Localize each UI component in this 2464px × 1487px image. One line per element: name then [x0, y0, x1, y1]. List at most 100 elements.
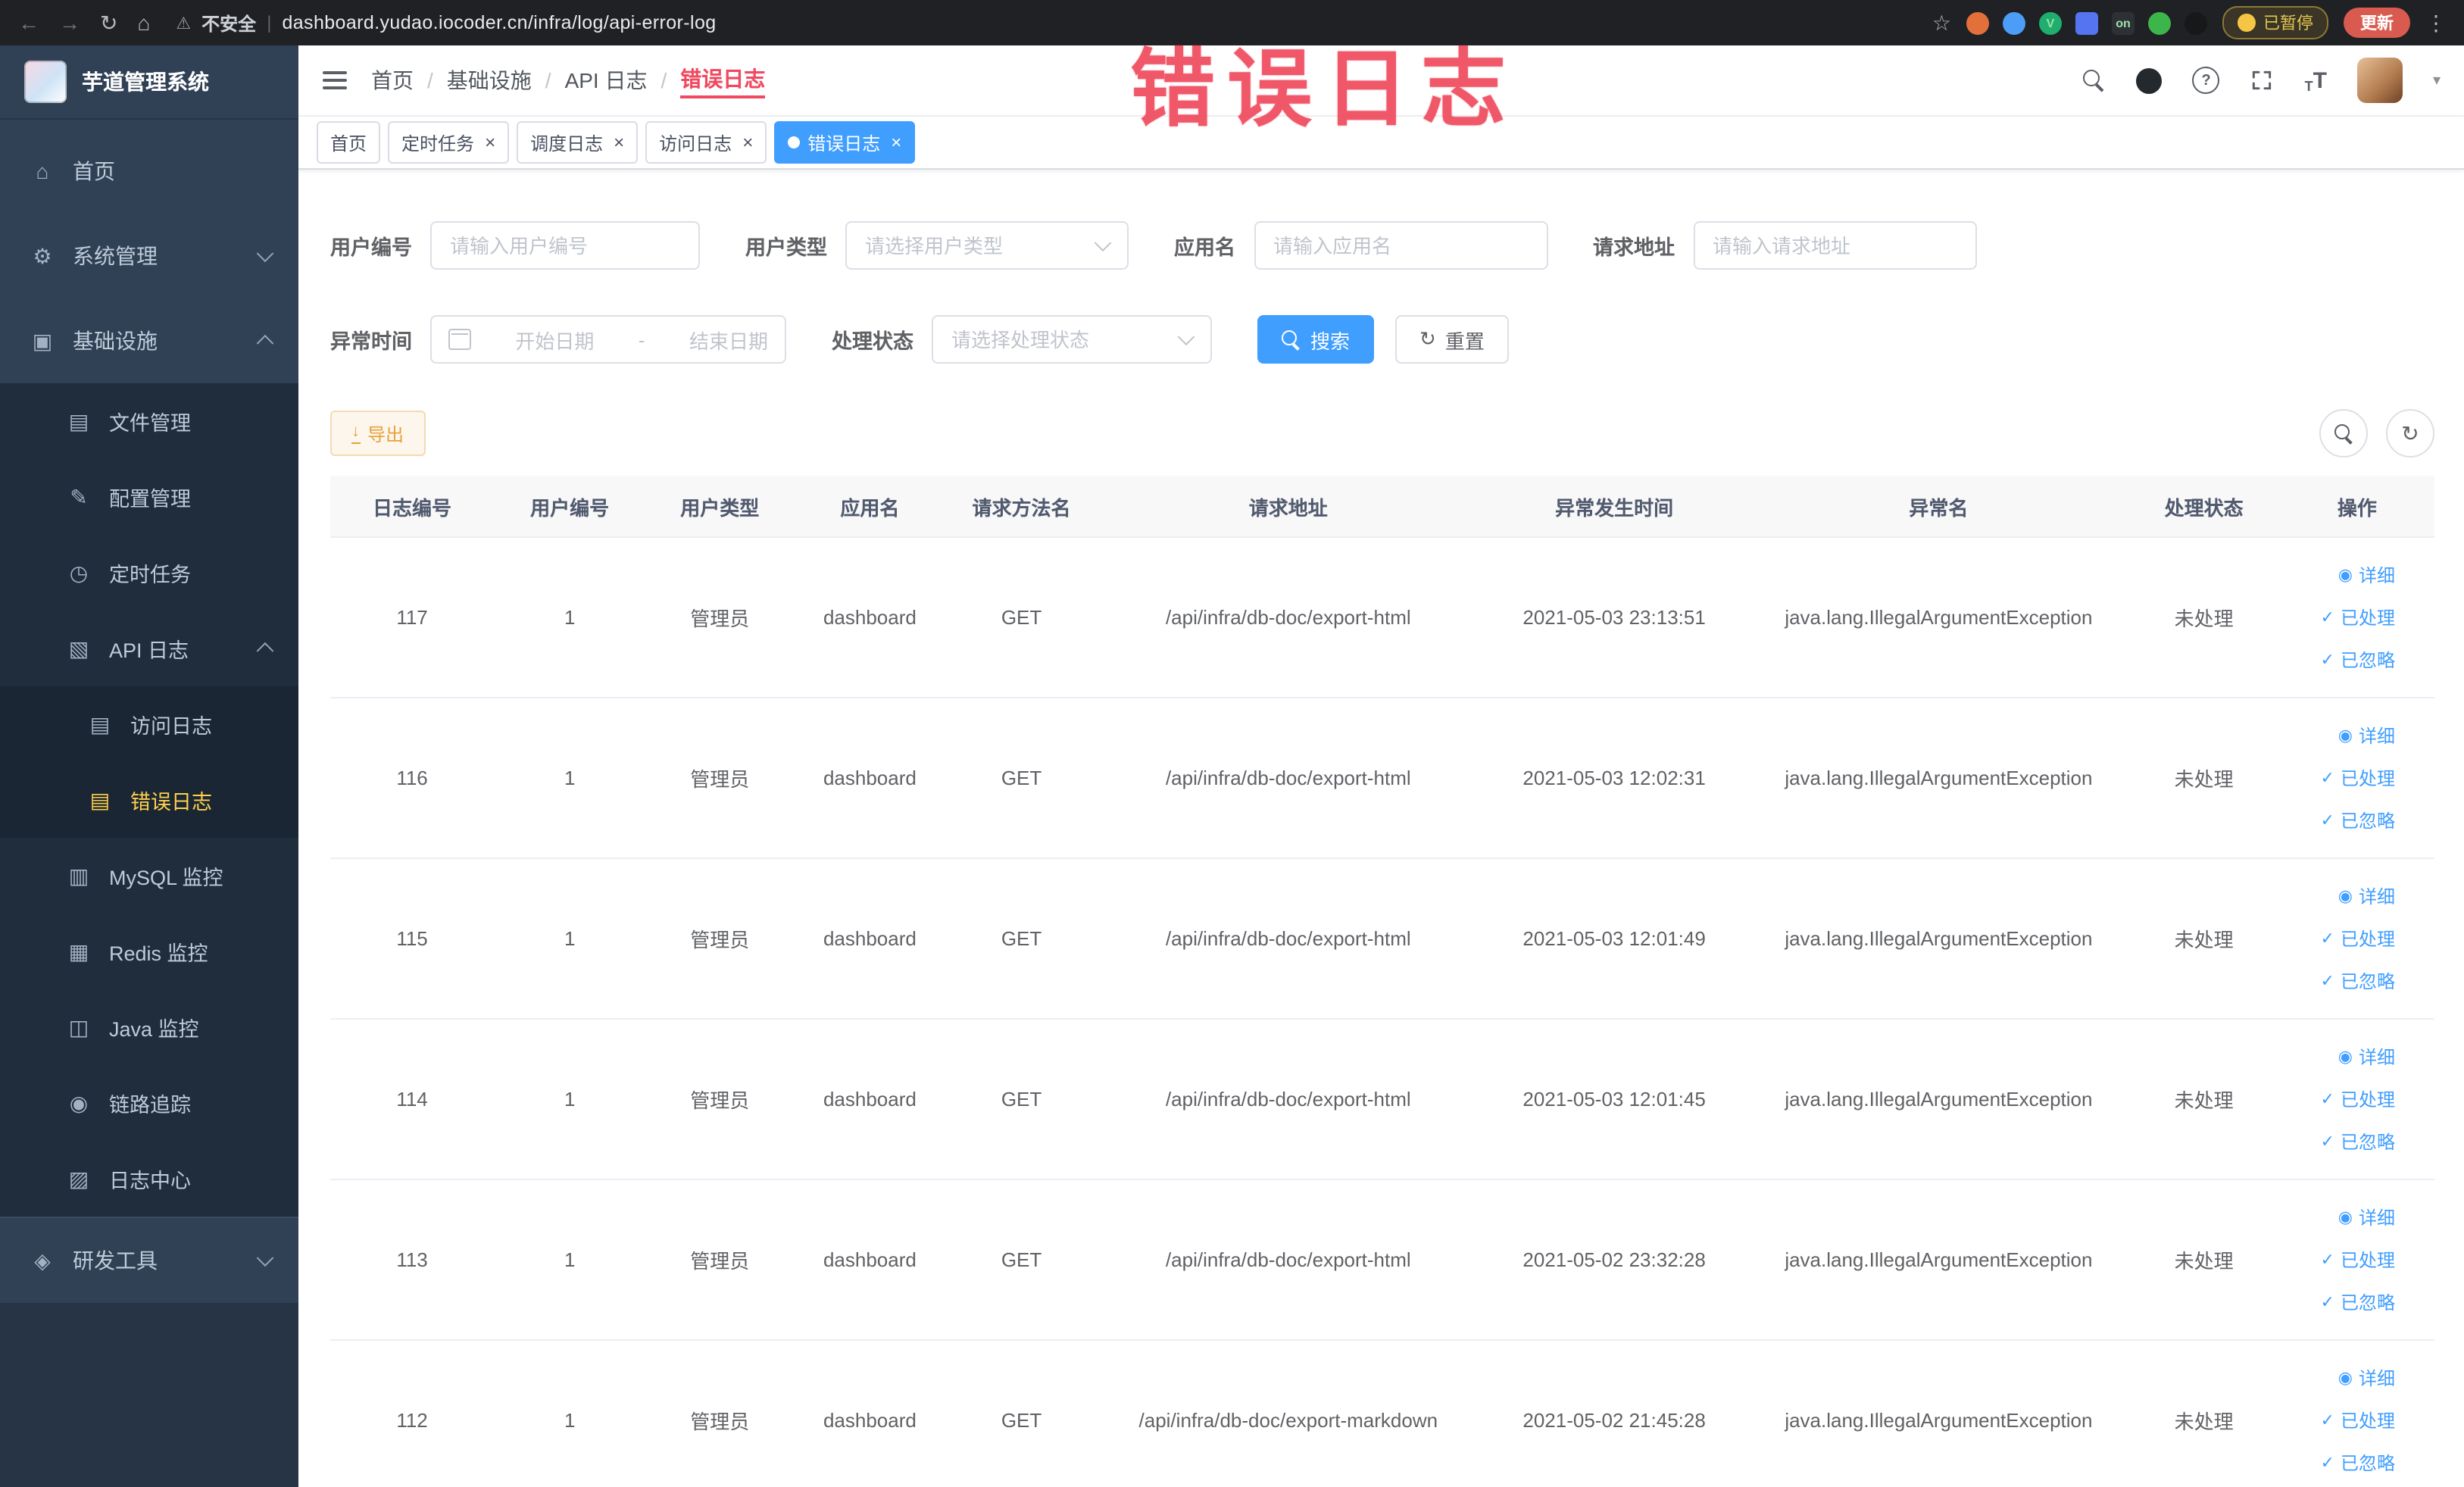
action-detail-link[interactable]: ◉ 详细 — [2286, 1036, 2395, 1078]
sidebar-item-error-log[interactable]: ▤ 错误日志 — [0, 762, 298, 838]
sidebar-item-infrastructure[interactable]: ▣ 基础设施 — [0, 298, 298, 383]
extension-green-circle[interactable]: V — [2039, 11, 2062, 34]
back-icon[interactable]: ← — [18, 12, 39, 33]
tab-job[interactable]: 定时任务 × — [388, 121, 510, 164]
reload-icon[interactable]: ↻ — [100, 12, 117, 33]
check-icon: ✓ — [2320, 1411, 2334, 1429]
search-icon[interactable] — [2083, 69, 2106, 92]
avatar[interactable] — [2356, 58, 2403, 103]
navbar: 首页 / 基础设施 / API 日志 / 错误日志 ? TT ▾ — [298, 45, 2464, 117]
sidebar-item-trace[interactable]: ◉ 链路追踪 — [0, 1065, 298, 1141]
action-ignored-link[interactable]: ✓ 已忽略 — [2286, 799, 2395, 842]
browser-menu-icon[interactable]: ⋮ — [2425, 12, 2447, 33]
tab-error-log[interactable]: 错误日志 × — [774, 121, 916, 164]
check-icon: ✓ — [2320, 1251, 2334, 1269]
extension-paw[interactable] — [2184, 11, 2207, 34]
sidebar-item-log-center[interactable]: ▨ 日志中心 — [0, 1141, 298, 1217]
sidebar-item-label: 日志中心 — [109, 1170, 191, 1192]
process-status-select[interactable] — [932, 315, 1212, 364]
user-id-input[interactable] — [430, 221, 700, 270]
sidebar-item-file[interactable]: ▤ 文件管理 — [0, 383, 298, 459]
github-icon[interactable] — [2136, 67, 2163, 93]
extension-icons: Von — [1966, 11, 2207, 34]
filter-exception-time: 异常时间 开始日期 - 结束日期 — [330, 315, 786, 364]
update-button[interactable]: 更新 — [2344, 8, 2410, 38]
tab-close-icon[interactable]: × — [891, 133, 901, 152]
search-toggle-button[interactable] — [2319, 409, 2368, 458]
action-processed-link[interactable]: ✓ 已处理 — [2286, 917, 2395, 960]
sidebar-toggle-icon[interactable] — [323, 71, 347, 89]
cell-method: GET — [945, 537, 1098, 698]
action-detail-link[interactable]: ◉ 详细 — [2286, 1357, 2395, 1399]
breadcrumb-item[interactable]: API 日志 — [565, 65, 648, 95]
logo-title: 芋道管理系统 — [82, 70, 209, 94]
extension-green-leaf[interactable] — [2148, 11, 2171, 34]
action-ignored-link[interactable]: ✓ 已忽略 — [2286, 1281, 2395, 1323]
date-range-picker[interactable]: 开始日期 - 结束日期 — [430, 315, 786, 364]
app-name-input[interactable] — [1254, 221, 1547, 270]
action-ignored-link[interactable]: ✓ 已忽略 — [2286, 1442, 2395, 1484]
logo[interactable]: 芋道管理系统 — [0, 45, 298, 120]
action-detail-link[interactable]: ◉ 详细 — [2286, 875, 2395, 917]
tab-access-log[interactable]: 访问日志 × — [645, 121, 767, 164]
sidebar-item-home[interactable]: ⌂ 首页 — [0, 129, 298, 214]
extension-blue-drop[interactable] — [2003, 11, 2025, 34]
font-size-icon[interactable]: TT — [2305, 67, 2327, 93]
reset-button[interactable]: ↻ 重置 — [1395, 315, 1509, 364]
sidebar-item-dev-tools[interactable]: ◈ 研发工具 — [0, 1217, 298, 1303]
breadcrumb-separator-icon: / — [661, 68, 667, 92]
avatar-caret-icon[interactable]: ▾ — [2433, 72, 2441, 89]
bookmark-star-icon[interactable]: ☆ — [1932, 12, 1951, 33]
warning-icon: ⚠ — [176, 14, 192, 33]
help-icon[interactable]: ? — [2192, 67, 2220, 94]
address-bar[interactable]: ⚠ 不安全 | dashboard.yudao.iocoder.cn/infra… — [176, 10, 1912, 36]
cell-url: /api/infra/db-doc/export-html — [1097, 698, 1479, 859]
sidebar-item-system[interactable]: ⚙ 系统管理 — [0, 214, 298, 298]
view-icon: ◉ — [2338, 1048, 2353, 1066]
tab-job-log[interactable]: 调度日志 × — [517, 121, 639, 164]
tab-close-icon[interactable]: × — [614, 133, 624, 152]
filter-label-user-id: 用户编号 — [330, 236, 412, 259]
action-ignored-link[interactable]: ✓ 已忽略 — [2286, 1120, 2395, 1163]
sidebar-item-job[interactable]: ◷ 定时任务 — [0, 535, 298, 611]
cell-time: 2021-05-03 12:01:45 — [1479, 1019, 1750, 1180]
paused-badge[interactable]: 已暂停 — [2222, 6, 2328, 39]
fullscreen-icon[interactable] — [2250, 68, 2275, 92]
tab-home[interactable]: 首页 — [317, 121, 381, 164]
action-ignored-link[interactable]: ✓ 已忽略 — [2286, 639, 2395, 681]
check-icon: ✓ — [2320, 929, 2334, 948]
extension-blue-grid[interactable] — [2075, 11, 2098, 34]
action-detail-link[interactable]: ◉ 详细 — [2286, 714, 2395, 757]
sidebar-item-api-log[interactable]: ▧ API 日志 — [0, 611, 298, 686]
extension-orange-circle[interactable] — [1966, 11, 1989, 34]
sidebar-item-access-log[interactable]: ▤ 访问日志 — [0, 686, 298, 762]
browser-home-icon[interactable]: ⌂ — [137, 12, 150, 33]
cell-app-name: dashboard — [794, 1019, 946, 1180]
breadcrumb-item[interactable]: 基础设施 — [447, 65, 532, 95]
tab-close-icon[interactable]: × — [742, 133, 753, 152]
check-icon: ✓ — [2320, 972, 2334, 990]
action-detail-link[interactable]: ◉ 详细 — [2286, 554, 2395, 596]
action-processed-link[interactable]: ✓ 已处理 — [2286, 1399, 2395, 1442]
action-processed-link[interactable]: ✓ 已处理 — [2286, 596, 2395, 639]
action-processed-link[interactable]: ✓ 已处理 — [2286, 1078, 2395, 1120]
breadcrumb-item[interactable]: 首页 — [371, 65, 414, 95]
sidebar-item-redis[interactable]: ▦ Redis 监控 — [0, 914, 298, 989]
request-url-input[interactable] — [1693, 221, 1976, 270]
user-type-select[interactable] — [845, 221, 1129, 270]
sidebar-item-config[interactable]: ✎ 配置管理 — [0, 459, 298, 535]
action-processed-link[interactable]: ✓ 已处理 — [2286, 1239, 2395, 1281]
tab-close-icon[interactable]: × — [485, 133, 495, 152]
cell-user-type: 管理员 — [645, 1179, 795, 1341]
refresh-button[interactable]: ↻ — [2386, 409, 2434, 458]
action-processed-link[interactable]: ✓ 已处理 — [2286, 757, 2395, 799]
search-button[interactable]: 搜索 — [1257, 315, 1375, 364]
extension-on-badge[interactable]: on — [2112, 11, 2135, 34]
action-ignored-link[interactable]: ✓ 已忽略 — [2286, 960, 2395, 1002]
sidebar-item-mysql[interactable]: ▥ MySQL 监控 — [0, 838, 298, 914]
sidebar-item-java[interactable]: ◫ Java 监控 — [0, 989, 298, 1065]
tags-view: 首页 定时任务 × 调度日志 × 访问日志 × 错误日志 × — [298, 117, 2464, 170]
export-button[interactable]: ↓ 导出 — [330, 411, 426, 456]
forward-icon[interactable]: → — [59, 12, 80, 33]
action-detail-link[interactable]: ◉ 详细 — [2286, 1196, 2395, 1239]
